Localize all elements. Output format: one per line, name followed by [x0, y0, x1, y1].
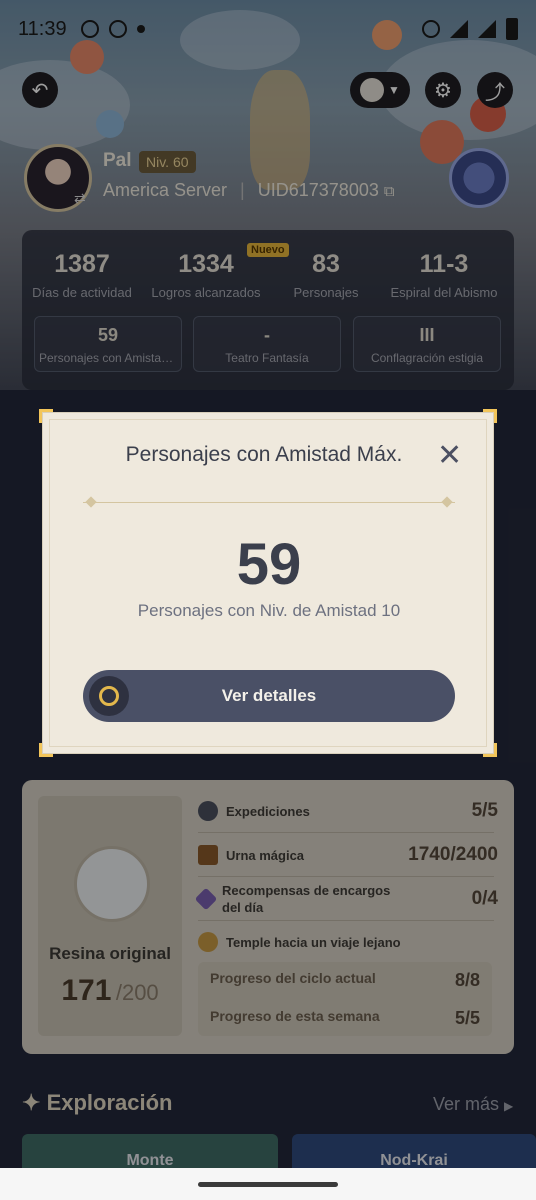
home-gesture-pill[interactable] [198, 1182, 338, 1187]
friendship-caption: Personajes con Niv. de Amistad 10 [137, 601, 401, 620]
view-details-button[interactable]: Ver detalles [83, 670, 455, 722]
friendship-count: 59 [236, 532, 302, 597]
modal-title: Personajes con Amistad Máx. [125, 443, 403, 466]
friendship-modal: Personajes con Amistad Máx. ✕ 59 Persona… [39, 409, 497, 757]
button-label: Ver detalles [221, 686, 317, 705]
corner-ornament [483, 409, 497, 423]
divider [83, 502, 455, 503]
ring-icon [89, 676, 129, 716]
divider-ornament [441, 496, 453, 508]
corner-ornament [39, 409, 53, 423]
corner-ornament [39, 743, 53, 757]
corner-ornament [483, 743, 497, 757]
system-nav-bar [0, 1168, 536, 1200]
close-icon[interactable]: ✕ [437, 441, 462, 471]
